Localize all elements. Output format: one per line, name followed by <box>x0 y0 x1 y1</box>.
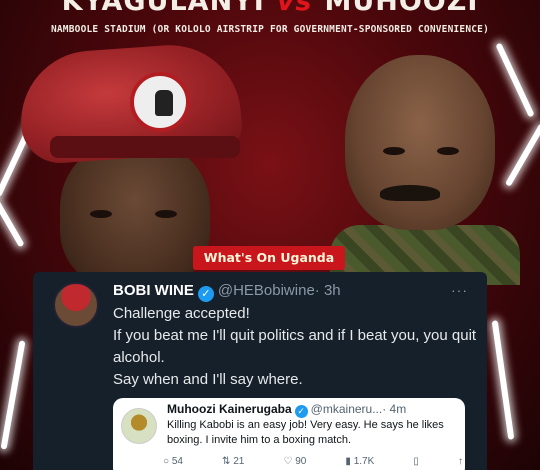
reply-button[interactable]: ○ 54 <box>163 456 183 467</box>
avatar[interactable] <box>121 408 157 444</box>
bookmark-button[interactable]: ▯ <box>413 456 419 467</box>
reply-count: 54 <box>171 456 183 467</box>
bookmark-icon: ▯ <box>413 456 419 467</box>
tweet-line: If you beat me I'll quit politics and if… <box>113 327 477 366</box>
venue-subtitle: NAMBOOLE STADIUM (OR KOLOLO AIRSTRIP FOR… <box>50 24 490 35</box>
retweet-button[interactable]: ⇅ 21 <box>222 456 244 467</box>
tweet-header: BOBI WINE ✓ @HEBobiwine· 3h <box>113 282 341 302</box>
right-fighter-face <box>345 55 495 230</box>
quoted-author-name[interactable]: Muhoozi Kainerugaba <box>167 402 292 416</box>
quoted-author-handle[interactable]: @mkaineru... <box>311 402 383 416</box>
right-fighter-portrait <box>330 55 520 285</box>
left-fighter-face <box>60 140 210 290</box>
left-fighter-portrait <box>16 40 244 290</box>
vs-label: vs <box>276 0 313 17</box>
author-name[interactable]: BOBI WINE <box>113 282 194 299</box>
lightning-bolt <box>0 340 26 450</box>
avatar[interactable] <box>53 282 99 328</box>
left-fighter-name: KYAGULANYI <box>61 0 265 17</box>
like-count: 90 <box>295 456 307 467</box>
more-options-icon[interactable]: ··· <box>451 282 468 298</box>
poster-headline: KYAGULANYI vs MUHOOZI <box>0 0 540 17</box>
author-handle[interactable]: @HEBobiwine <box>218 282 315 299</box>
tweet-card[interactable]: BOBI WINE ✓ @HEBobiwine· 3h ··· Challenge … <box>33 272 487 470</box>
quoted-tweet-header: Muhoozi Kainerugaba ✓ @mkaineru...· 4m <box>167 402 406 418</box>
watermark-badge: What's On Uganda <box>193 246 345 270</box>
views-count: 1.7K <box>353 456 375 467</box>
reply-icon: ○ <box>163 456 170 467</box>
heart-icon: ♡ <box>283 456 293 467</box>
quoted-tweet[interactable]: Muhoozi Kainerugaba ✓ @mkaineru...· 4m Kil… <box>113 398 465 470</box>
beret-badge-icon <box>130 72 190 132</box>
right-fighter-name: MUHOOZI <box>324 0 479 17</box>
quoted-timestamp[interactable]: · 4m <box>382 402 406 416</box>
retweet-icon: ⇅ <box>222 456 231 467</box>
share-button[interactable]: ↑ <box>458 456 463 467</box>
lightning-bolt <box>491 320 515 440</box>
retweet-count: 21 <box>233 456 245 467</box>
tweet-text: Challenge accepted! If you beat me I'll … <box>113 303 483 391</box>
like-button[interactable]: ♡ 90 <box>283 456 306 467</box>
views-button[interactable]: ▮ 1.7K <box>345 456 374 467</box>
tweet-line: Challenge accepted! <box>113 305 250 322</box>
verified-badge-icon: ✓ <box>197 286 214 302</box>
verified-badge-icon: ✓ <box>294 405 308 418</box>
quoted-tweet-text: Killing Kabobi is an easy job! Very easy… <box>167 419 444 446</box>
lightning-bolt <box>504 123 540 187</box>
tweet-line: Say when and I'll say where. <box>113 371 303 388</box>
action-bar: ○ 54 ⇅ 21 ♡ 90 ▮ 1.7K ▯ ↑ <box>163 456 463 467</box>
tweet-timestamp[interactable]: · 3h <box>315 282 341 299</box>
share-icon: ↑ <box>457 456 463 467</box>
views-icon: ▮ <box>345 456 351 467</box>
